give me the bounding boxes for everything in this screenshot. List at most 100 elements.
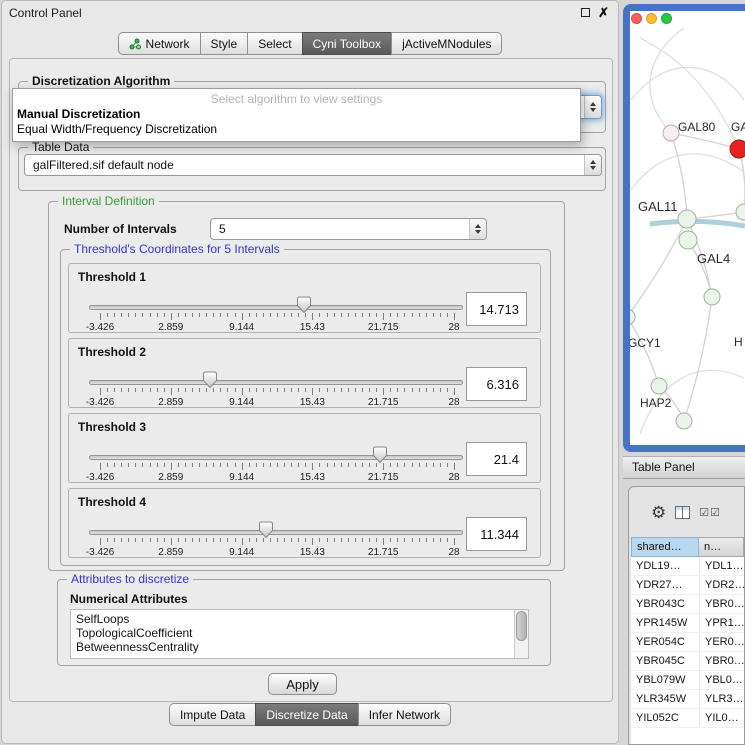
slider-thumb[interactable] [202, 371, 217, 389]
table-cell[interactable]: YBR045C [631, 652, 699, 670]
network-canvas[interactable]: GAL80GAGAL11GAL4GCY1HHAP2 [630, 11, 745, 445]
table-cell[interactable]: YPR145W [631, 614, 699, 632]
threshold-label: Threshold 3 [78, 420, 146, 434]
tab-discretize-data[interactable]: Discretize Data [255, 703, 357, 726]
combo-stepper-icon[interactable] [469, 219, 486, 239]
tab-cyni-toolbox[interactable]: Cyni Toolbox [302, 32, 391, 55]
slider-track[interactable] [89, 455, 463, 460]
slider-track[interactable] [89, 530, 463, 535]
table-cell[interactable]: YBR0… [699, 652, 744, 670]
table-data-title: Table Data [28, 140, 93, 154]
attributes-scrollbar[interactable] [514, 610, 528, 658]
table-row[interactable]: YDR27…YDR2… [631, 576, 744, 595]
threshold-slider[interactable]: -3.4262.8599.14415.4321.71528 [89, 519, 467, 557]
slider-thumb[interactable] [259, 521, 274, 539]
combo-stepper-icon[interactable] [584, 96, 601, 118]
table-data-combo[interactable]: galFiltered.sif default node [24, 154, 602, 176]
cyni-toolbox-panel: Discretization Algorithm Select algorith… [9, 58, 613, 702]
table-cell[interactable]: YBR0… [699, 595, 744, 613]
window-controls: ✗ [581, 6, 609, 19]
table-row[interactable]: YBR043CYBR0… [631, 595, 744, 614]
threshold-value-field[interactable]: 6.316 [466, 367, 527, 401]
table-cell[interactable]: YDR2… [699, 576, 744, 594]
tab-network[interactable]: Network [118, 32, 200, 55]
network-node[interactable] [679, 231, 697, 249]
table-row[interactable]: YER054CYER0… [631, 633, 744, 652]
scale-label: 21.715 [368, 397, 399, 408]
table-row[interactable]: YLR345WYLR3… [631, 690, 744, 709]
interval-definition-title: Interval Definition [58, 194, 159, 208]
tab-label: Infer Network [369, 708, 440, 722]
slider-thumb[interactable] [372, 446, 387, 464]
table-row[interactable]: YBR045CYBR0… [631, 652, 744, 671]
network-node[interactable] [651, 378, 667, 394]
scale-label: 9.144 [229, 322, 254, 333]
table-cell[interactable]: YBL079W [631, 671, 699, 689]
network-node[interactable] [676, 413, 692, 429]
tab-impute-data[interactable]: Impute Data [169, 703, 255, 726]
table-cell[interactable]: YIL0… [699, 709, 744, 727]
table-cell[interactable]: YIL052C [631, 709, 699, 727]
table-row[interactable]: YBL079WYBL0… [631, 671, 744, 690]
network-node[interactable] [704, 289, 720, 305]
scale-label: -3.426 [86, 547, 114, 558]
threshold-slider[interactable]: -3.4262.8599.14415.4321.71528 [89, 294, 467, 332]
algorithm-option[interactable]: Equal Width/Frequency Discretization [13, 122, 580, 137]
columns-icon[interactable] [675, 506, 690, 519]
scale-label: 2.859 [158, 322, 183, 333]
node-label: GCY1 [630, 336, 661, 350]
tab-jactivemnodules[interactable]: jActiveMNodules [391, 32, 502, 55]
slider-thumb[interactable] [297, 296, 312, 314]
table-cell[interactable]: YLR3… [699, 690, 744, 708]
table-cell[interactable]: YDL1… [699, 557, 744, 575]
threshold-slider[interactable]: -3.4262.8599.14415.4321.71528 [89, 369, 467, 407]
attribute-item[interactable]: BetweennessCentrality [76, 640, 514, 654]
table-cell[interactable]: YPR1… [699, 614, 744, 632]
tab-infer-network[interactable]: Infer Network [358, 703, 451, 726]
table-cell[interactable]: YDL19… [631, 557, 699, 575]
attribute-item[interactable]: TopologicalCoefficient [76, 626, 514, 640]
table-toolbar: ⚙ ☑☑ [629, 501, 721, 523]
table-cell[interactable]: YER054C [631, 633, 699, 651]
network-node[interactable] [663, 125, 679, 141]
network-node[interactable] [678, 210, 696, 228]
tab-label: Network [146, 37, 190, 51]
tab-select[interactable]: Select [247, 32, 301, 55]
table-cell[interactable]: YLR345W [631, 690, 699, 708]
select-columns-icon[interactable]: ☑☑ [699, 506, 721, 519]
slider-track[interactable] [89, 380, 463, 385]
threshold-value-field[interactable]: 21.4 [466, 442, 527, 476]
scale-label: 9.144 [229, 547, 254, 558]
table-row[interactable]: YPR145WYPR1… [631, 614, 744, 633]
threshold-value-field[interactable]: 11.344 [466, 517, 527, 551]
close-icon[interactable]: ✗ [598, 6, 609, 19]
number-of-intervals-combo[interactable]: 5 [210, 218, 487, 240]
node-label: GAL11 [638, 199, 678, 214]
float-window-icon[interactable] [581, 8, 590, 17]
column-header-name[interactable]: n… [699, 537, 744, 557]
combo-stepper-icon[interactable] [584, 155, 601, 175]
table-cell[interactable]: YBR043C [631, 595, 699, 613]
network-edge [650, 221, 745, 226]
attribute-item[interactable]: SelfLoops [76, 612, 514, 626]
table-cell[interactable]: YER0… [699, 633, 744, 651]
scrollbar-thumb[interactable] [516, 611, 527, 641]
network-edge [650, 28, 684, 133]
network-edge [631, 154, 744, 190]
tab-style[interactable]: Style [200, 32, 248, 55]
scale-label: 21.715 [368, 547, 399, 558]
table-row[interactable]: YDL19…YDL1… [631, 557, 744, 576]
threshold-slider[interactable]: -3.4262.8599.14415.4321.71528 [89, 444, 467, 482]
threshold-value-field[interactable]: 14.713 [466, 292, 527, 326]
network-node[interactable] [730, 140, 745, 158]
column-header-shared-name[interactable]: shared… [631, 537, 699, 557]
table-row[interactable]: YIL052CYIL0… [631, 709, 744, 728]
table-cell[interactable]: YDR27… [631, 576, 699, 594]
network-node[interactable] [630, 309, 635, 325]
algorithm-option[interactable]: Manual Discretization [13, 107, 580, 122]
network-node[interactable] [736, 204, 745, 220]
gear-icon[interactable]: ⚙ [651, 504, 666, 521]
table-cell[interactable]: YBL0… [699, 671, 744, 689]
slider-track[interactable] [89, 305, 463, 310]
apply-button[interactable]: Apply [268, 673, 337, 695]
